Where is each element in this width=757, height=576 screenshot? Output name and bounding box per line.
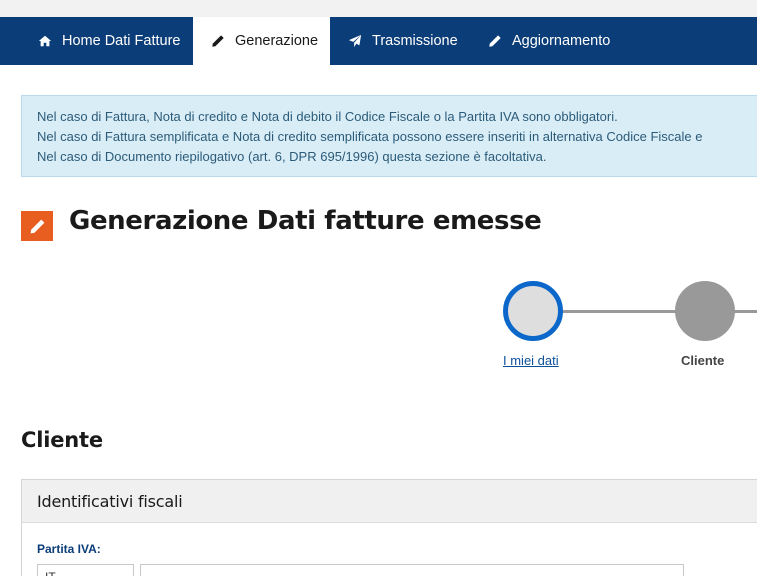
step-circle-i-miei-dati[interactable] [503,281,563,341]
browser-top-strip [0,0,757,17]
alert-line: Nel caso di Fattura semplificata e Nota … [37,129,703,144]
partita-iva-label: Partita IVA: [37,542,101,556]
tab-trasmissione[interactable]: Trasmissione [348,17,458,65]
tab-aggiornamento[interactable]: Aggiornamento [488,17,610,65]
pencil-icon [21,211,53,241]
main-navbar: Home Dati Fatture Generazione Trasmissio… [0,17,757,65]
alert-line: Nel caso di Documento riepilogativo (art… [37,149,547,164]
section-title: Cliente [21,428,103,452]
tab-label: Home Dati Fatture [62,33,181,49]
tab-generazione[interactable]: Generazione [193,17,330,65]
panel-title: Identificativi fiscali [22,480,757,523]
partita-iva-input[interactable] [140,564,684,576]
home-icon [38,34,52,48]
page-title: Generazione Dati fatture emesse [69,206,542,236]
alert-line: Nel caso di Fattura, Nota di credito e N… [37,109,618,124]
tab-label: Aggiornamento [512,33,611,49]
paper-plane-icon [348,34,362,48]
tab-label: Trasmissione [372,33,458,49]
fiscal-identifiers-panel: Identificativi fiscali Partita IVA: IT [21,479,757,576]
pencil-icon [211,34,225,48]
pencil-icon [488,34,502,48]
step-circle-cliente [675,281,735,341]
step-link-i-miei-dati[interactable]: I miei dati [503,353,559,368]
info-alert: Nel caso di Fattura, Nota di credito e N… [21,95,757,177]
step-label-cliente: Cliente [681,353,725,368]
tab-label: Generazione [235,33,319,49]
tab-home-dati-fatture[interactable]: Home Dati Fatture [38,17,180,65]
country-code-select[interactable]: IT [37,564,134,576]
